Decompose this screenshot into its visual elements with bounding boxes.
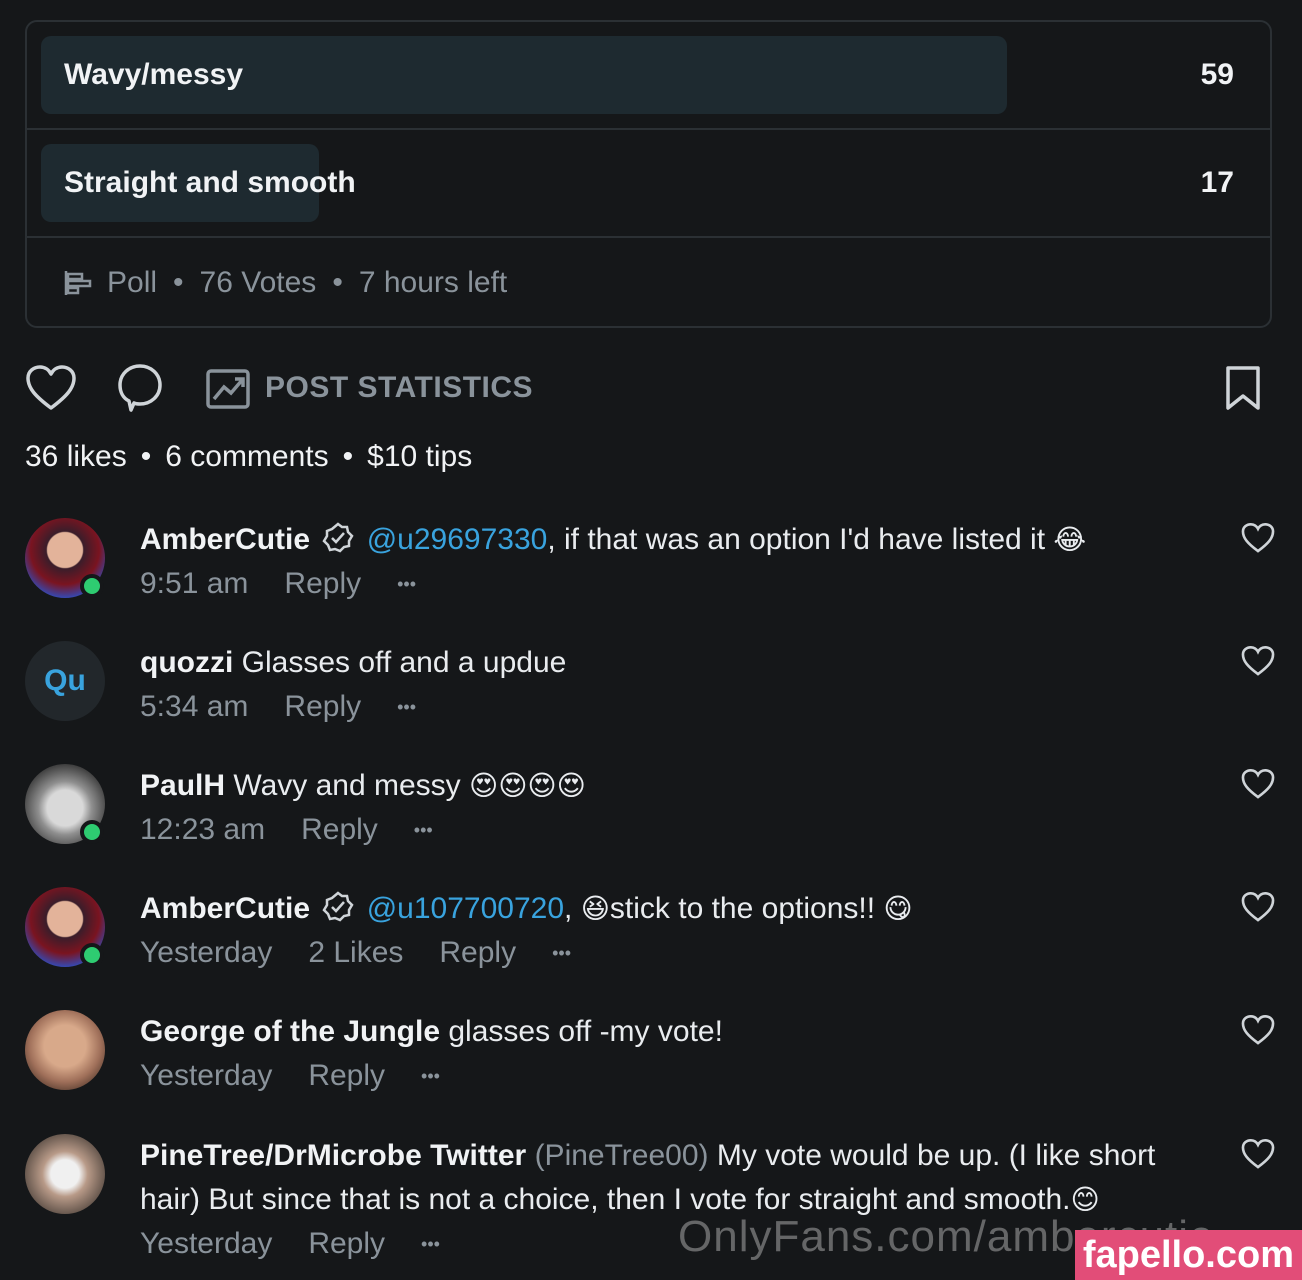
poll-votes: 76 Votes: [199, 266, 317, 299]
comment-username[interactable]: quozzi: [140, 646, 233, 679]
verified-badge-icon: [322, 891, 354, 922]
poll-option-label: Straight and smooth: [64, 166, 356, 199]
comment-likes-count[interactable]: 2 Likes: [308, 936, 403, 970]
comment-username[interactable]: PaulH: [140, 769, 225, 802]
comment-like-icon[interactable]: [1241, 891, 1275, 923]
separator-dot: •: [173, 266, 184, 299]
chart-icon: [206, 369, 250, 409]
poll-option-wavy[interactable]: Wavy/messy 59: [27, 22, 1270, 130]
comment-like-icon[interactable]: [1241, 645, 1275, 677]
comment-like-icon[interactable]: [1241, 768, 1275, 800]
comment-time: 12:23 am: [140, 813, 266, 846]
comment-username[interactable]: AmberCutie: [140, 523, 310, 556]
like-button[interactable]: [25, 360, 77, 416]
poll-option-label: Wavy/messy: [64, 58, 244, 91]
comment-text: Glasses off and a updue: [233, 646, 567, 679]
comment-time: 5:34 am: [140, 690, 249, 723]
more-options-button[interactable]: •••: [421, 1234, 440, 1255]
comment-time: Yesterday: [140, 1059, 273, 1092]
avatar[interactable]: [25, 1010, 105, 1090]
post-actions: POST STATISTICS: [25, 360, 1272, 416]
emoji-yum: 😋: [883, 892, 913, 925]
post-summary: 36 likes • 6 comments • $10 tips: [25, 440, 472, 474]
post-statistics-button[interactable]: POST STATISTICS: [205, 360, 533, 416]
heart-icon: [26, 365, 76, 410]
separator-dot: •: [140, 440, 152, 473]
verified-badge-icon: [322, 522, 354, 553]
poll-option-straight[interactable]: Straight and smooth 17: [27, 130, 1270, 238]
reply-button[interactable]: Reply: [284, 690, 361, 724]
tips-count[interactable]: $10 tips: [367, 440, 472, 474]
comment-time: Yesterday: [140, 1227, 273, 1260]
comment-mention[interactable]: @u29697330: [367, 523, 548, 556]
reply-button[interactable]: Reply: [308, 1227, 385, 1261]
comment-handle[interactable]: (PineTree00): [535, 1139, 709, 1172]
comment-like-icon[interactable]: [1241, 1138, 1275, 1170]
poll-time-left: 7 hours left: [358, 266, 508, 299]
comment-text: , if that was an option I'd have listed …: [547, 523, 1046, 556]
bookmark-button[interactable]: [1222, 360, 1264, 416]
avatar-initials: Qu: [44, 664, 86, 697]
poll-footer: Poll • 76 Votes • 7 hours left: [27, 238, 1270, 326]
online-status-dot: [80, 820, 104, 844]
more-options-button[interactable]: •••: [397, 697, 416, 718]
likes-count[interactable]: 36 likes: [25, 440, 127, 474]
poll-icon: [64, 271, 92, 295]
more-options-button[interactable]: •••: [397, 574, 416, 595]
comment-mention[interactable]: @u107700720: [367, 892, 564, 925]
emoji-squint-laugh: 😆: [580, 892, 610, 925]
comment-bubble-icon: [118, 364, 162, 412]
comments-count[interactable]: 6 comments: [165, 440, 328, 474]
avatar[interactable]: [25, 1134, 105, 1214]
comment-time: Yesterday: [140, 936, 273, 969]
emoji-laugh: 😂: [1053, 523, 1087, 556]
poll-card: Wavy/messy 59 Straight and smooth 17 Pol…: [25, 20, 1272, 328]
comment-username[interactable]: AmberCutie: [140, 892, 310, 925]
avatar[interactable]: Qu: [25, 641, 105, 721]
post-statistics-label: POST STATISTICS: [265, 371, 534, 404]
separator-dot: •: [342, 440, 354, 473]
comment-time: 9:51 am: [140, 567, 249, 600]
more-options-button[interactable]: •••: [552, 943, 571, 964]
more-options-button[interactable]: •••: [414, 820, 433, 841]
comment-username[interactable]: George of the Jungle: [140, 1015, 440, 1048]
reply-button[interactable]: Reply: [301, 813, 378, 847]
comment-text-continued: stick to the options!!: [609, 892, 884, 925]
online-status-dot: [80, 574, 104, 598]
poll-option-count: 59: [1200, 58, 1234, 91]
reply-button[interactable]: Reply: [284, 567, 361, 601]
comment-text: ,: [564, 892, 581, 925]
site-badge: fapello.com: [1074, 1230, 1302, 1280]
reply-button[interactable]: Reply: [439, 936, 516, 970]
comment-username[interactable]: PineTree/DrMicrobe Twitter: [140, 1139, 526, 1172]
comment-like-icon[interactable]: [1241, 522, 1275, 554]
comment-text: glasses off -my vote!: [440, 1015, 723, 1048]
poll-type: Poll: [107, 266, 158, 299]
more-options-button[interactable]: •••: [421, 1066, 440, 1087]
separator-dot: •: [332, 266, 343, 299]
comment-button[interactable]: [117, 360, 163, 416]
bookmark-icon: [1226, 366, 1260, 410]
comment-like-icon[interactable]: [1241, 1014, 1275, 1046]
emoji-heart-eyes: 😍😍😍😍: [469, 769, 586, 802]
reply-button[interactable]: Reply: [308, 1059, 385, 1093]
online-status-dot: [80, 943, 104, 967]
comment-text: Wavy and messy: [225, 769, 461, 802]
poll-option-count: 17: [1200, 166, 1234, 199]
